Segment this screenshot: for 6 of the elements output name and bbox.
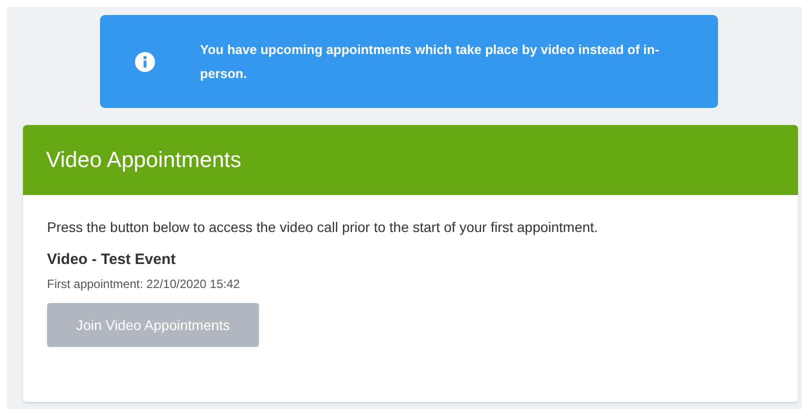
intro-text: Press the button below to access the video call prior to the start of your first appointment. (47, 219, 599, 235)
info-icon (135, 52, 155, 72)
appointment-time: First appointment: 22/10/2020 15:42 (47, 277, 241, 291)
alert-message: You have upcoming appointments which take place by video instead of in-person. (200, 40, 660, 83)
event-name: Video - Test Event (47, 251, 177, 268)
card-header: Video Appointments (23, 125, 798, 195)
